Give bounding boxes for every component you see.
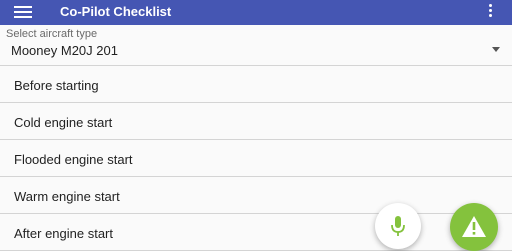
checklist-list: Before starting Cold engine start Floode… — [0, 66, 512, 251]
checklist-item-flooded-engine-start[interactable]: Flooded engine start — [0, 140, 512, 177]
checklist-item-cold-engine-start[interactable]: Cold engine start — [0, 103, 512, 140]
dropdown-arrow-icon[interactable] — [492, 47, 500, 52]
more-vert-icon[interactable] — [485, 4, 497, 20]
microphone-icon — [391, 216, 405, 236]
hamburger-menu-icon[interactable] — [14, 6, 32, 20]
aircraft-type-dropdown[interactable]: Select aircraft type Mooney M20J 201 — [0, 25, 512, 66]
app-bar: Co-Pilot Checklist — [0, 0, 512, 25]
checklist-item-after-engine-start[interactable]: After engine start — [0, 214, 512, 251]
emergency-checklist-button[interactable] — [450, 203, 498, 251]
app-title: Co-Pilot Checklist — [60, 4, 172, 19]
checklist-item-label: Cold engine start — [14, 115, 113, 130]
aircraft-type-value[interactable]: Mooney M20J 201 — [11, 43, 118, 58]
voice-input-button[interactable] — [375, 203, 421, 249]
warning-icon — [462, 216, 486, 237]
checklist-item-label: After engine start — [14, 226, 113, 241]
aircraft-type-label: Select aircraft type — [6, 28, 98, 40]
checklist-item-before-starting[interactable]: Before starting — [0, 66, 512, 103]
checklist-item-label: Before starting — [14, 78, 99, 93]
checklist-item-warm-engine-start[interactable]: Warm engine start — [0, 177, 512, 214]
checklist-item-label: Warm engine start — [14, 189, 120, 204]
checklist-item-label: Flooded engine start — [14, 152, 133, 167]
